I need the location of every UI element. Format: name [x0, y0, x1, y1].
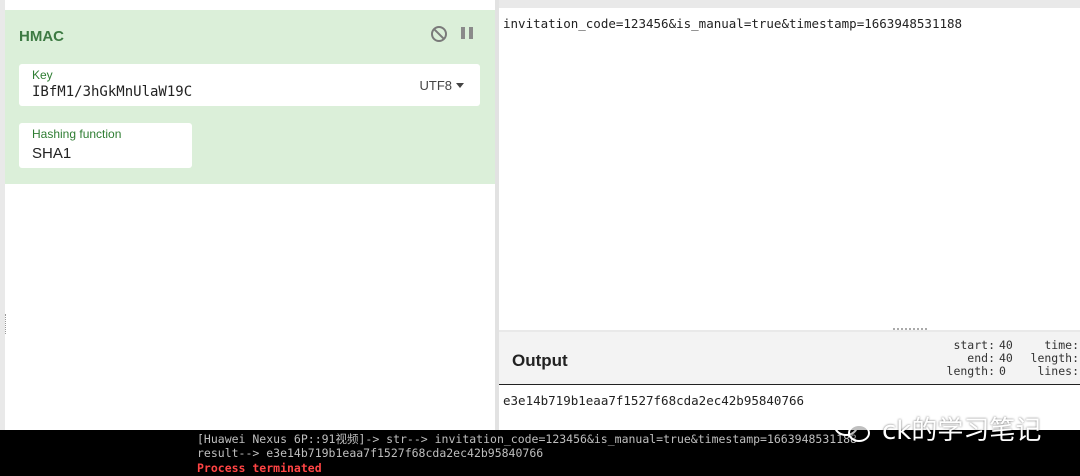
- key-encoding-dropdown[interactable]: UTF8: [419, 78, 464, 93]
- horizontal-splitter[interactable]: [893, 328, 927, 331]
- terminal-line: result--> e3e14b719b1eaa7f1527f68cda2ec4…: [197, 446, 544, 460]
- stat-value: 0: [999, 364, 1006, 378]
- hashing-function-label: Hashing function: [32, 127, 122, 141]
- operation-title: HMAC: [19, 28, 64, 45]
- key-input[interactable]: IBfM1/3hGkMnUlaW19C: [32, 84, 192, 100]
- terminal-status: Process terminated: [197, 461, 322, 475]
- selection-stats: start: 40 end: 40 length: 0: [935, 339, 1013, 378]
- terminal-line: [Huawei Nexus 6P::91视频]-> str--> invitat…: [197, 432, 857, 446]
- output-title: Output: [512, 351, 568, 370]
- output-text[interactable]: e3e14b719b1eaa7f1527f68cda2ec42b95840766: [503, 393, 804, 408]
- input-text[interactable]: invitation_code=123456&is_manual=true&ti…: [503, 16, 962, 31]
- resize-grip[interactable]: [5, 314, 8, 334]
- output-stats: time: length: lines:: [1029, 339, 1079, 378]
- stat-label: length:: [946, 364, 995, 378]
- output-header: Output start: 40 end: 40 length: 0 time: le…: [499, 332, 1080, 384]
- disable-icon[interactable]: [431, 26, 447, 42]
- stat-label: lines:: [1037, 364, 1079, 378]
- key-encoding-value: UTF8: [419, 78, 453, 93]
- hashing-function-field[interactable]: Hashing function SHA1: [19, 123, 192, 168]
- input-pane[interactable]: invitation_code=123456&is_manual=true&ti…: [499, 8, 1080, 330]
- caret-down-icon: [456, 83, 464, 88]
- hashing-function-select[interactable]: SHA1: [32, 145, 71, 162]
- key-field[interactable]: Key IBfM1/3hGkMnUlaW19C UTF8: [19, 64, 480, 106]
- hmac-operation: HMAC Key IBfM1/3hGkMnUlaW19C UTF8 Hashin…: [5, 10, 495, 184]
- key-label: Key: [32, 68, 53, 82]
- recipe-pane: HMAC Key IBfM1/3hGkMnUlaW19C UTF8 Hashin…: [5, 0, 495, 430]
- watermark: ck的学习笔记: [832, 410, 1041, 447]
- operation-controls: [431, 26, 473, 42]
- wechat-icon: [832, 414, 876, 444]
- watermark-text: ck的学习笔记: [882, 416, 1042, 446]
- pause-icon[interactable]: [461, 27, 473, 41]
